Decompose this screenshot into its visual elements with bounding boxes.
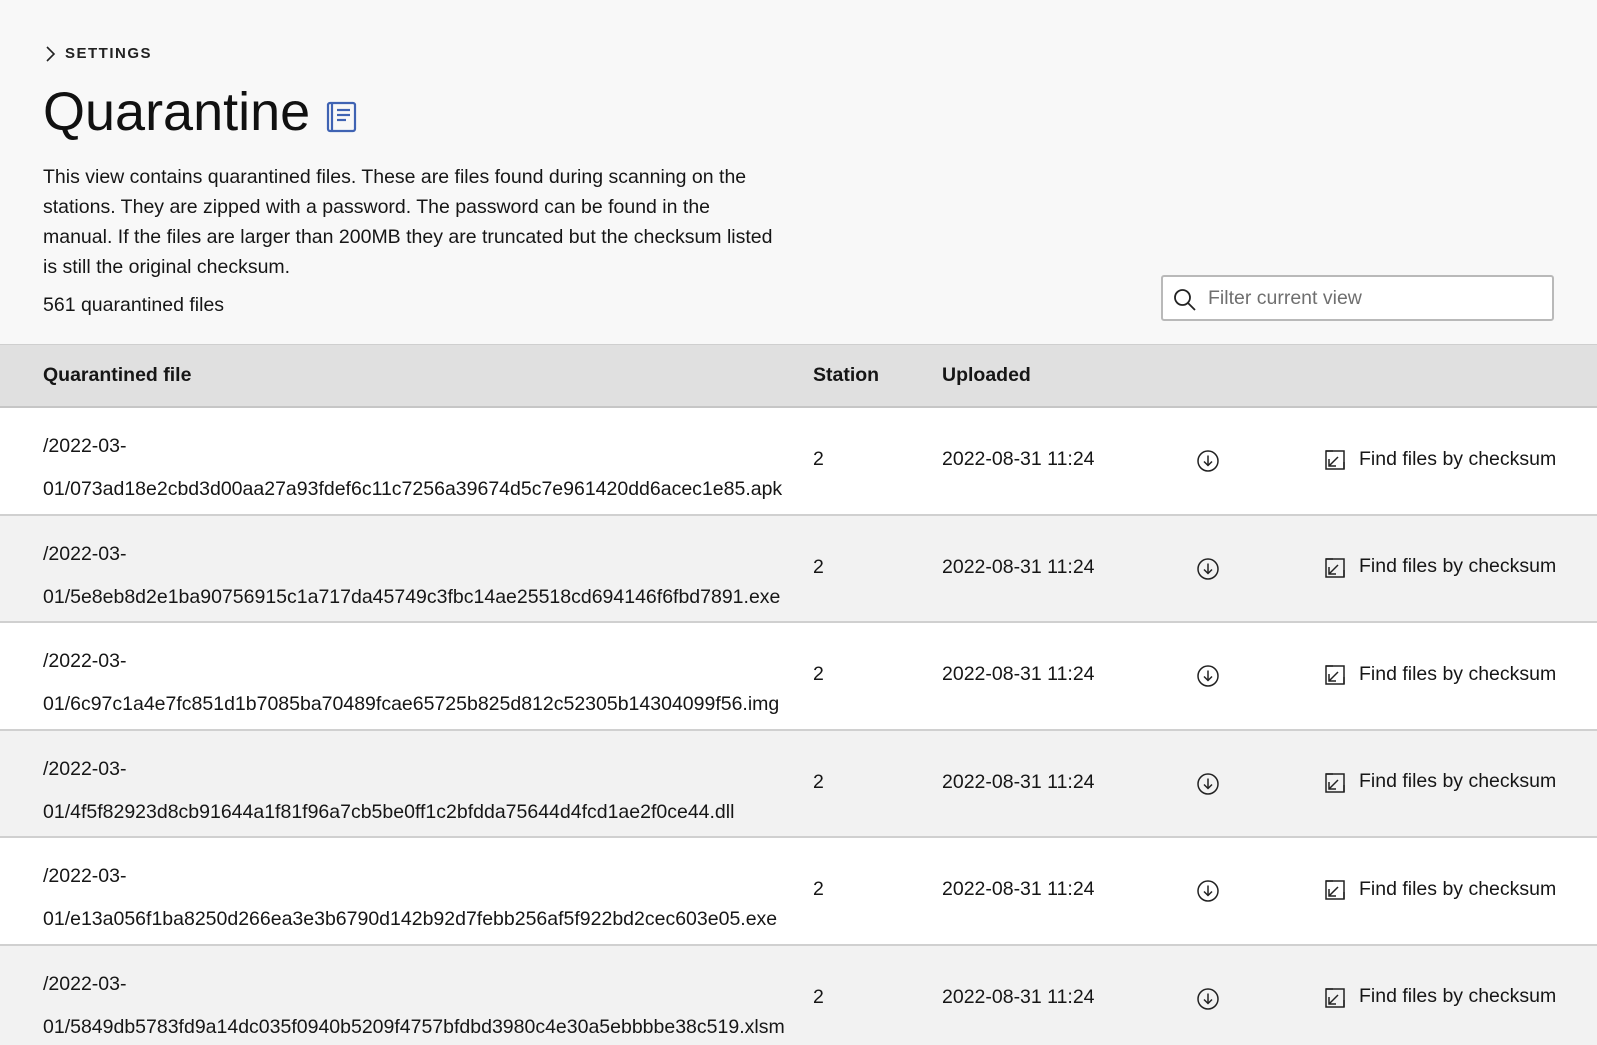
find-by-checksum-label[interactable]: Find files by checksum (1359, 448, 1556, 471)
station-value: 2 (813, 448, 824, 470)
table-row: /2022-03- 01/073ad18e2cbd3d00aa27a93fdef… (0, 408, 1597, 516)
find-by-checksum-link[interactable]: Find files by checksum (1323, 769, 1556, 795)
table-row: /2022-03- 01/e13a056f1ba8250d266ea3e3b67… (0, 838, 1597, 946)
table-header: Quarantined file Station Uploaded (0, 344, 1597, 408)
file-path: /2022-03- 01/6c97c1a4e7fc851d1b7085ba704… (43, 640, 833, 726)
uploaded-value: 2022-08-31 11:24 (942, 985, 1095, 1008)
launch-icon (1323, 663, 1347, 687)
page-title: Quarantine (43, 82, 311, 142)
table-body: /2022-03- 01/073ad18e2cbd3d00aa27a93fdef… (0, 408, 1597, 1045)
launch-icon (1323, 771, 1347, 795)
manual-book-icon[interactable] (326, 100, 358, 134)
launch-icon (1323, 448, 1347, 472)
table-row: /2022-03- 01/5e8eb8d2e1ba90756915c1a717d… (0, 515, 1597, 623)
file-path-line1: /2022-03- (43, 865, 127, 887)
file-path: /2022-03- 01/4f5f82923d8cb91644a1f81f96a… (43, 748, 833, 834)
file-path-line2: 01/6c97c1a4e7fc851d1b7085ba70489fcae6572… (43, 693, 780, 715)
column-header-uploaded[interactable]: Uploaded (942, 364, 1031, 387)
page-header: SETTINGS Quarantine This view contains q… (0, 0, 1597, 320)
station-value: 2 (813, 985, 824, 1008)
table-row: /2022-03- 01/4f5f82923d8cb91644a1f81f96a… (0, 730, 1597, 838)
download-icon[interactable] (1196, 664, 1220, 688)
file-path: /2022-03- 01/e13a056f1ba8250d266ea3e3b67… (43, 855, 833, 941)
uploaded-value: 2022-08-31 11:24 (942, 770, 1095, 793)
quarantine-page: SETTINGS Quarantine This view contains q… (0, 0, 1597, 1045)
search-icon (1172, 287, 1198, 313)
download-icon[interactable] (1196, 557, 1220, 581)
station-value: 2 (813, 663, 824, 685)
file-path-line1: /2022-03- (43, 757, 127, 780)
file-path-line2: 01/e13a056f1ba8250d266ea3e3b6790d142b92d… (43, 908, 778, 930)
title-row: Quarantine (43, 82, 1554, 142)
find-by-checksum-label[interactable]: Find files by checksum (1359, 770, 1556, 793)
file-path-line2: 01/4f5f82923d8cb91644a1f81f96a7cb5be0ff1… (43, 800, 735, 823)
find-by-checksum-label[interactable]: Find files by checksum (1359, 663, 1556, 686)
chevron-right-icon (43, 45, 57, 63)
file-path-line1: /2022-03- (43, 542, 127, 565)
filter-input[interactable] (1208, 286, 1538, 310)
station-value: 2 (813, 770, 824, 793)
find-by-checksum-link[interactable]: Find files by checksum (1323, 446, 1556, 472)
file-path-line2: 01/5849db5783fd9a14dc035f0940b5209f4757b… (43, 1015, 785, 1038)
find-by-checksum-label[interactable]: Find files by checksum (1359, 878, 1556, 901)
page-description: This view contains quarantined files. Th… (43, 166, 773, 278)
find-by-checksum-label[interactable]: Find files by checksum (1359, 985, 1556, 1008)
quarantine-table: Quarantined file Station Uploaded /2022-… (0, 344, 1597, 1045)
station-value: 2 (813, 878, 824, 900)
find-by-checksum-link[interactable]: Find files by checksum (1323, 661, 1556, 687)
uploaded-value: 2022-08-31 11:24 (942, 663, 1095, 685)
download-icon[interactable] (1196, 772, 1220, 796)
filter-field[interactable] (1161, 275, 1554, 321)
column-header-station[interactable]: Station (813, 364, 879, 387)
file-path-line2: 01/5e8eb8d2e1ba90756915c1a717da45749c3fb… (43, 585, 781, 608)
find-by-checksum-link[interactable]: Find files by checksum (1323, 554, 1556, 580)
download-icon[interactable] (1196, 879, 1220, 903)
breadcrumb[interactable]: SETTINGS (43, 0, 1554, 64)
station-value: 2 (813, 555, 824, 578)
uploaded-value: 2022-08-31 11:24 (942, 555, 1095, 578)
download-icon[interactable] (1196, 449, 1220, 473)
file-path-line1: /2022-03- (43, 972, 127, 995)
breadcrumb-label[interactable]: SETTINGS (65, 45, 152, 62)
uploaded-value: 2022-08-31 11:24 (942, 448, 1095, 470)
find-by-checksum-link[interactable]: Find files by checksum (1323, 876, 1556, 902)
file-path-line1: /2022-03- (43, 435, 127, 457)
launch-icon (1323, 986, 1347, 1010)
find-by-checksum-label[interactable]: Find files by checksum (1359, 555, 1556, 578)
download-icon[interactable] (1196, 987, 1220, 1011)
file-path: /2022-03- 01/5849db5783fd9a14dc035f0940b… (43, 963, 833, 1045)
table-row: /2022-03- 01/6c97c1a4e7fc851d1b7085ba704… (0, 623, 1597, 731)
file-path: /2022-03- 01/073ad18e2cbd3d00aa27a93fdef… (43, 425, 833, 511)
uploaded-value: 2022-08-31 11:24 (942, 878, 1095, 900)
column-header-file[interactable]: Quarantined file (43, 364, 191, 387)
file-path-line2: 01/073ad18e2cbd3d00aa27a93fdef6c11c7256a… (43, 478, 783, 500)
table-row: /2022-03- 01/5849db5783fd9a14dc035f0940b… (0, 945, 1597, 1045)
launch-icon (1323, 878, 1347, 902)
file-path-line1: /2022-03- (43, 650, 127, 672)
file-path: /2022-03- 01/5e8eb8d2e1ba90756915c1a717d… (43, 533, 833, 619)
find-by-checksum-link[interactable]: Find files by checksum (1323, 984, 1556, 1010)
launch-icon (1323, 556, 1347, 580)
